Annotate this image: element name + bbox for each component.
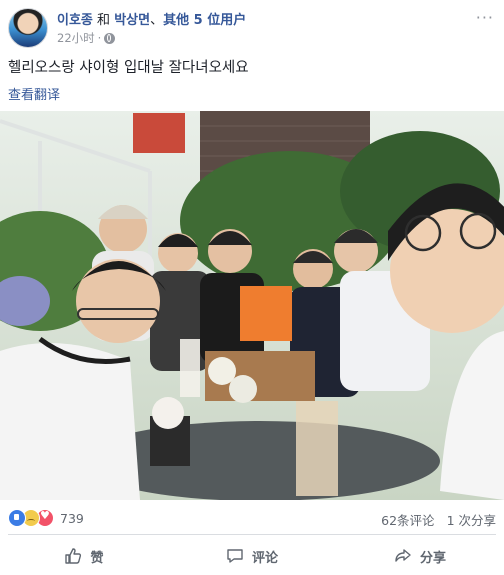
share-button[interactable]: 分享 bbox=[336, 538, 504, 574]
engagement-counts: 62条评论 1 次分享 bbox=[381, 510, 496, 529]
post-photo[interactable] bbox=[0, 111, 504, 500]
more-options-icon[interactable]: ··· bbox=[476, 8, 494, 27]
share-label: 分享 bbox=[419, 550, 446, 566]
post-actions: 赞 评论 分享 bbox=[0, 538, 504, 574]
globe-icon[interactable] bbox=[104, 32, 116, 44]
like-label: 赞 bbox=[90, 550, 104, 566]
meta-dot: · bbox=[97, 31, 102, 45]
post-timestamp[interactable]: 22小时 bbox=[57, 30, 95, 46]
share-icon bbox=[395, 549, 411, 562]
see-translation-link[interactable]: 查看翻译 bbox=[8, 84, 60, 103]
comment-button[interactable]: 评论 bbox=[168, 538, 336, 574]
comment-count-link[interactable]: 62条评论 bbox=[381, 510, 434, 529]
share-count-link[interactable]: 1 次分享 bbox=[447, 510, 496, 529]
reactions-summary[interactable]: 739 bbox=[8, 509, 84, 527]
other-users-link[interactable]: 其他 5 位用户 bbox=[163, 13, 246, 28]
action-divider bbox=[8, 534, 496, 535]
post-meta: 22小时 · bbox=[57, 30, 116, 46]
comment-icon bbox=[227, 549, 243, 563]
group-selfie-image bbox=[0, 111, 504, 500]
comment-label: 评论 bbox=[251, 550, 278, 566]
author-name-secondary[interactable]: 박상면 bbox=[114, 13, 150, 28]
post-header: 이호종 和 박상면、其他 5 位用户 22小时 · ··· bbox=[0, 0, 504, 52]
thumbs-up-icon bbox=[65, 548, 82, 564]
like-button[interactable]: 赞 bbox=[0, 538, 168, 574]
reaction-count[interactable]: 739 bbox=[60, 511, 84, 526]
connector-and: 和 bbox=[97, 13, 111, 28]
post-text: 헬리오스랑 샤이형 입대날 잘다녀오세요 bbox=[8, 60, 249, 76]
author-avatar[interactable] bbox=[8, 8, 48, 48]
like-icon bbox=[8, 509, 26, 527]
name-separator: 、 bbox=[150, 13, 164, 28]
post-authors: 이호종 和 박상면、其他 5 位用户 bbox=[57, 9, 246, 28]
author-name-primary[interactable]: 이호종 bbox=[57, 13, 93, 28]
post-stats: 739 62条评论 1 次分享 bbox=[0, 505, 504, 529]
